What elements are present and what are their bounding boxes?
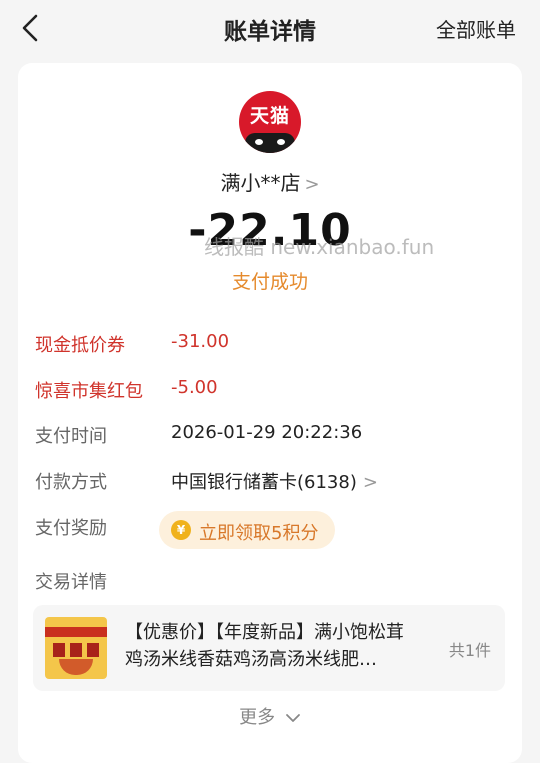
bill-detail-card: 天猫 满小**店 > -22.10 线报酷 new.xianbao.fun 支付成…	[18, 63, 522, 763]
payment-status: 支付成功	[231, 271, 308, 293]
logo-eye-right	[277, 139, 285, 145]
top-nav-bar: 账单详情 全部账单	[0, 0, 540, 56]
detail-value-time: 2026-01-29 20:22:36	[171, 422, 363, 443]
all-bills-link[interactable]: 全部账单	[436, 14, 516, 43]
product-item[interactable]: 【优惠价】【年度新品】满小饱松茸鸡汤米线香菇鸡汤高汤米线肥… 共1件	[33, 605, 505, 691]
more-button[interactable]: 更多	[18, 703, 522, 729]
trade-details-label: 交易详情	[35, 572, 107, 593]
more-label: 更多	[239, 707, 276, 728]
reward-label: 支付奖励	[35, 518, 107, 539]
detail-value-coupon: -31.00	[171, 331, 230, 352]
tmall-logo: 天猫	[239, 91, 301, 153]
detail-label-payment-method: 付款方式	[35, 472, 107, 493]
detail-label-redpacket: 惊喜市集红包	[35, 381, 143, 402]
detail-value-payment-method: 中国银行储蓄卡(6138)	[171, 472, 357, 493]
logo-eye-left	[255, 139, 263, 145]
product-thumbnail	[45, 617, 107, 679]
detail-label-time: 支付时间	[35, 426, 107, 447]
detail-value-redpacket: -5.00	[171, 377, 218, 398]
chevron-right-icon: >	[304, 174, 320, 195]
chevron-down-icon	[285, 714, 300, 722]
watermark-text: 线报酷 new.xianbao.fun	[204, 235, 435, 259]
chevron-right-icon: >	[362, 472, 378, 493]
merchant-name-link[interactable]: 满小**店 >	[18, 167, 522, 196]
coin-icon: ¥	[171, 520, 191, 540]
product-title: 【优惠价】【年度新品】满小饱松茸鸡汤米线香菇鸡汤高汤米线肥…	[125, 622, 404, 670]
logo-cat-face	[245, 133, 295, 153]
merchant-name: 满小**店	[220, 171, 301, 195]
payment-method-link[interactable]: 中国银行储蓄卡(6138) >	[171, 468, 378, 494]
product-count: 共1件	[448, 641, 491, 660]
logo-text: 天猫	[249, 105, 290, 127]
claim-points-button[interactable]: ¥ 立即领取5积分	[159, 511, 335, 549]
claim-points-label: 立即领取5积分	[199, 523, 319, 544]
detail-label-coupon: 现金抵价券	[35, 335, 125, 356]
